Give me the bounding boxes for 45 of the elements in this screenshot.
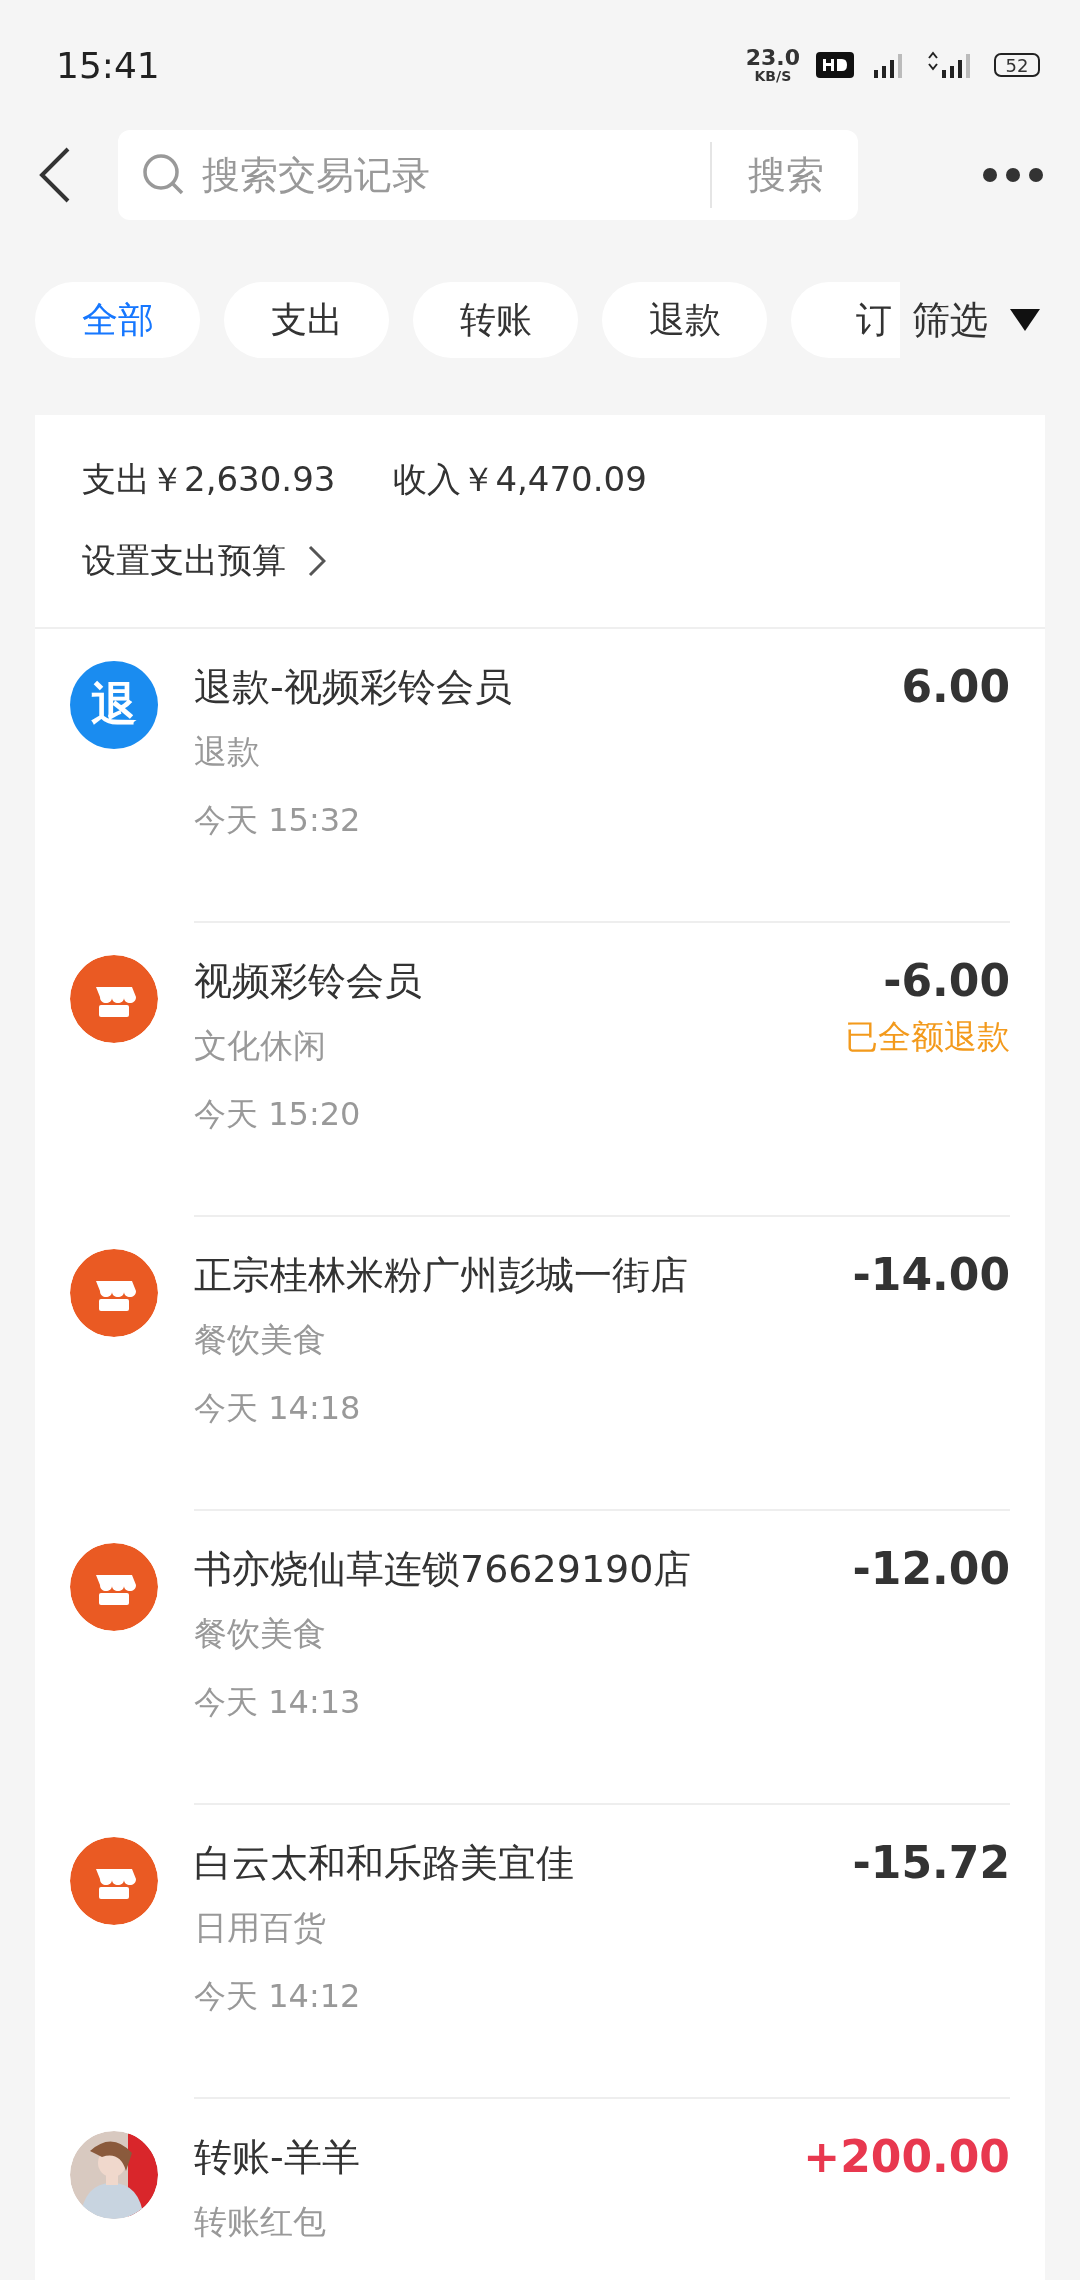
expense-total: 支出￥2,630.93 xyxy=(82,458,336,501)
transaction-category: 餐饮美食 xyxy=(194,1613,327,1655)
shop-icon xyxy=(70,1837,158,1925)
transaction-category: 退款 xyxy=(194,731,261,773)
caret-icon xyxy=(1010,309,1040,331)
income-total: 收入￥4,470.09 xyxy=(393,458,647,501)
budget-link[interactable]: 设置支出预算 xyxy=(82,515,326,607)
filter-tab[interactable]: 转账 xyxy=(413,282,578,358)
transaction-time: 今天 14:18 xyxy=(194,1388,362,1429)
transaction-title: 正宗桂林米粉广州彭城一街店 xyxy=(194,1252,689,1299)
transaction-category: 转账红包 xyxy=(194,2201,327,2243)
refund-icon: 退 xyxy=(70,661,158,749)
transaction-category: 日用百货 xyxy=(194,1907,327,1949)
filter-tab[interactable]: 全部 xyxy=(35,282,200,358)
shop-icon xyxy=(70,1249,158,1337)
transaction-title: 转账-羊羊 xyxy=(194,2134,361,2181)
status-time: 15:41 xyxy=(56,44,161,86)
chevron-icon xyxy=(308,545,326,577)
transaction-title: 视频彩铃会员 xyxy=(194,958,423,1005)
transaction-category: 文化休闲 xyxy=(194,1025,327,1067)
network-speed: 23.0 KB/S xyxy=(745,47,800,83)
shop-icon xyxy=(70,955,158,1043)
transaction-title: 书亦烧仙草连锁76629190店 xyxy=(194,1546,693,1593)
transaction-amount: -14.00 xyxy=(852,1248,1010,1302)
refund-status: 已全额退款 xyxy=(845,1016,1010,1058)
transaction-amount: -15.72 xyxy=(852,1836,1010,1890)
shop-icon xyxy=(70,1543,158,1631)
battery-indicator: 52 xyxy=(994,53,1040,77)
transaction-amount: -6.00 xyxy=(883,954,1010,1008)
transaction-category: 餐饮美食 xyxy=(194,1319,327,1361)
transaction-amount: -12.00 xyxy=(852,1542,1010,1596)
transaction-amount: +200.00 xyxy=(803,2130,1010,2184)
transaction-amount: 6.00 xyxy=(901,660,1010,714)
transaction-time: 今天 15:20 xyxy=(194,1094,362,1135)
transaction-title: 白云太和和乐路美宜佳 xyxy=(194,1840,575,1887)
transaction-time: 今天 15:32 xyxy=(194,800,362,841)
filter-tab[interactable]: 订 xyxy=(791,282,900,358)
hd-icon xyxy=(816,52,854,78)
filter-tab[interactable]: 支出 xyxy=(224,282,389,358)
search-icon xyxy=(142,153,186,197)
transaction-title: 退款-视频彩铃会员 xyxy=(194,664,513,711)
transaction-time: 今天 14:13 xyxy=(194,1682,362,1723)
filter-tab[interactable]: 退款 xyxy=(602,282,767,358)
more-icon[interactable] xyxy=(982,167,1044,183)
transaction-time: 今天 14:12 xyxy=(194,1976,362,2017)
